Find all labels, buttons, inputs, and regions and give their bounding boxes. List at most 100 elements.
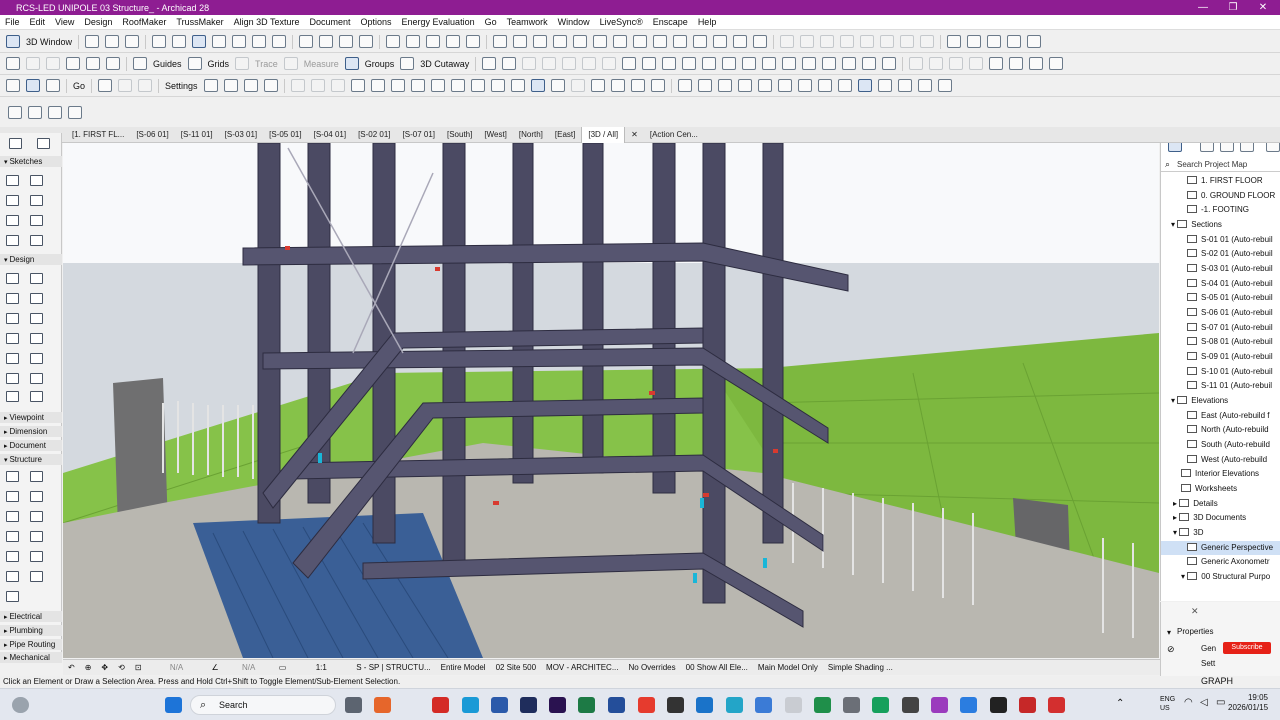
clock[interactable]: 19:05 2026/01/15 [1228,693,1268,713]
copy-icon[interactable] [98,79,113,92]
undo-zoom-icon[interactable]: ↶ [63,663,80,672]
maximize-button[interactable]: ❐ [1216,0,1250,15]
member-tool-icon[interactable] [30,531,43,542]
shell-tool-icon[interactable] [6,353,19,364]
nav-section-item[interactable]: S-09 01 (Auto-rebuil [1187,350,1273,364]
print-icon[interactable] [406,35,421,48]
tab-s-05[interactable]: [S-05 01] [263,127,307,143]
menu-help[interactable]: Help [693,17,722,27]
app-icon[interactable] [755,697,772,713]
elevation-icon[interactable] [125,35,140,48]
intersect-icon[interactable] [482,57,497,70]
split-icon[interactable] [562,57,577,70]
outlook-icon[interactable] [696,697,713,713]
column-tool-icon[interactable] [513,35,528,48]
truss-tool-icon[interactable] [30,491,43,502]
grids-button[interactable]: Grids [205,59,233,69]
nav-3d-documents[interactable]: ▸ 3D Documents [1173,511,1246,525]
skylight-icon[interactable] [753,35,768,48]
walls-icon[interactable] [777,79,792,92]
angle-value[interactable]: N/A [224,663,274,672]
app-icon[interactable] [785,697,802,713]
floor-down-icon[interactable] [243,79,258,92]
toolbox-section-viewpoint[interactable]: Viewpoint [0,412,62,423]
curtain-wall-tool-icon[interactable] [30,353,43,364]
layer-combo-icon[interactable] [6,79,20,92]
3d-cutaway-button[interactable]: 3D Cutaway [417,59,472,69]
minimize-button[interactable]: — [1186,0,1220,15]
tab-close-icon[interactable]: ✕ [625,127,644,143]
marquee-tool-icon[interactable] [37,138,50,149]
table-icon[interactable] [937,79,952,92]
wifi-icon[interactable]: ◠ [1184,697,1193,708]
tab-s-11[interactable]: [S-11 01] [175,127,219,143]
distribute-icon[interactable] [662,57,677,70]
layout-book-icon[interactable] [1220,143,1234,152]
spline-tool-icon[interactable] [30,215,43,226]
menu-enscape[interactable]: Enscape [648,17,693,27]
stretch-icon[interactable] [782,57,797,70]
morph-tool-icon[interactable] [733,35,748,48]
task-view-icon[interactable] [345,697,362,713]
rotate-icon[interactable] [682,57,697,70]
release-icon[interactable] [1007,35,1022,48]
fit-icon[interactable]: ⊡ [130,663,147,672]
nav-elevation-item[interactable]: North (Auto-rebuild [1187,423,1269,437]
settings-button[interactable]: Settings [162,81,201,91]
cut-icon[interactable] [882,57,897,70]
tab-3d-all[interactable]: [3D / All] [581,126,626,143]
line-tool-icon[interactable] [6,175,19,186]
anchor-tool-icon[interactable] [6,551,19,562]
properties-settings[interactable]: Sett [1201,659,1215,668]
wall-tool-icon[interactable] [6,273,19,284]
snap-icon[interactable] [757,79,772,92]
trim-icon[interactable] [542,57,557,70]
taskbar-search[interactable]: ⌕ Search [190,695,336,715]
railing-tool-icon[interactable] [613,35,628,48]
organizer-icon[interactable] [1029,57,1044,70]
stair-tool-icon[interactable] [6,333,19,344]
align-icon[interactable] [642,57,657,70]
messaging-icon[interactable] [1027,35,1042,48]
wall-tool-icon[interactable] [553,35,568,48]
tab-s-03[interactable]: [S-03 01] [219,127,263,143]
layer-combination[interactable]: S - SP | STRUCTU... [351,663,435,672]
publisher-icon[interactable] [1240,143,1254,152]
menu-view[interactable]: View [50,17,79,27]
menu-edit[interactable]: Edit [25,17,51,27]
archicad-icon[interactable] [608,697,625,713]
refresh-icon[interactable] [68,105,82,119]
app-icon[interactable] [843,697,860,713]
tab-action-center[interactable]: [Action Cen... [644,127,704,143]
selection-icon[interactable] [857,79,872,92]
nav-3d-folder[interactable]: ▾ 3D [1173,526,1203,540]
connect-icon[interactable] [862,57,877,70]
nav-section-item[interactable]: S-01 01 (Auto-rebuil [1187,233,1273,247]
nav-generic-axonometry[interactable]: Generic Axonometr [1187,555,1269,569]
undo-icon[interactable] [26,57,40,70]
bring-front-icon[interactable] [350,79,365,92]
rebar-tool-icon[interactable] [6,591,19,602]
marquee-icon[interactable] [877,79,892,92]
filter-icon[interactable] [339,35,354,48]
premiere-icon[interactable] [549,697,566,713]
navigator-menu-icon[interactable] [1266,143,1280,152]
circle-tool-icon[interactable] [6,215,19,226]
export-icon[interactable] [650,79,665,92]
tab-east[interactable]: [East] [549,127,581,143]
photoshop-icon[interactable] [520,697,537,713]
tab-west[interactable]: [West] [478,127,513,143]
polyline-tool-icon[interactable] [30,175,43,186]
beam-tool-icon[interactable] [493,35,508,48]
3d-style[interactable]: Simple Shading ... [823,663,898,672]
render-icon[interactable] [446,35,461,48]
app-icon[interactable] [1048,697,1065,713]
hotspot-icon[interactable] [897,79,912,92]
nav-section-item[interactable]: S-02 01 (Auto-rebuil [1187,247,1273,261]
volume-icon[interactable]: ◁ [1200,697,1208,708]
home-icon[interactable] [6,57,20,70]
toolbox-section-structure[interactable]: Structure [0,454,62,465]
toolbox-section-plumbing[interactable]: Plumbing [0,625,62,636]
orbit-icon[interactable] [172,35,187,48]
zoom-in-icon[interactable] [212,35,227,48]
